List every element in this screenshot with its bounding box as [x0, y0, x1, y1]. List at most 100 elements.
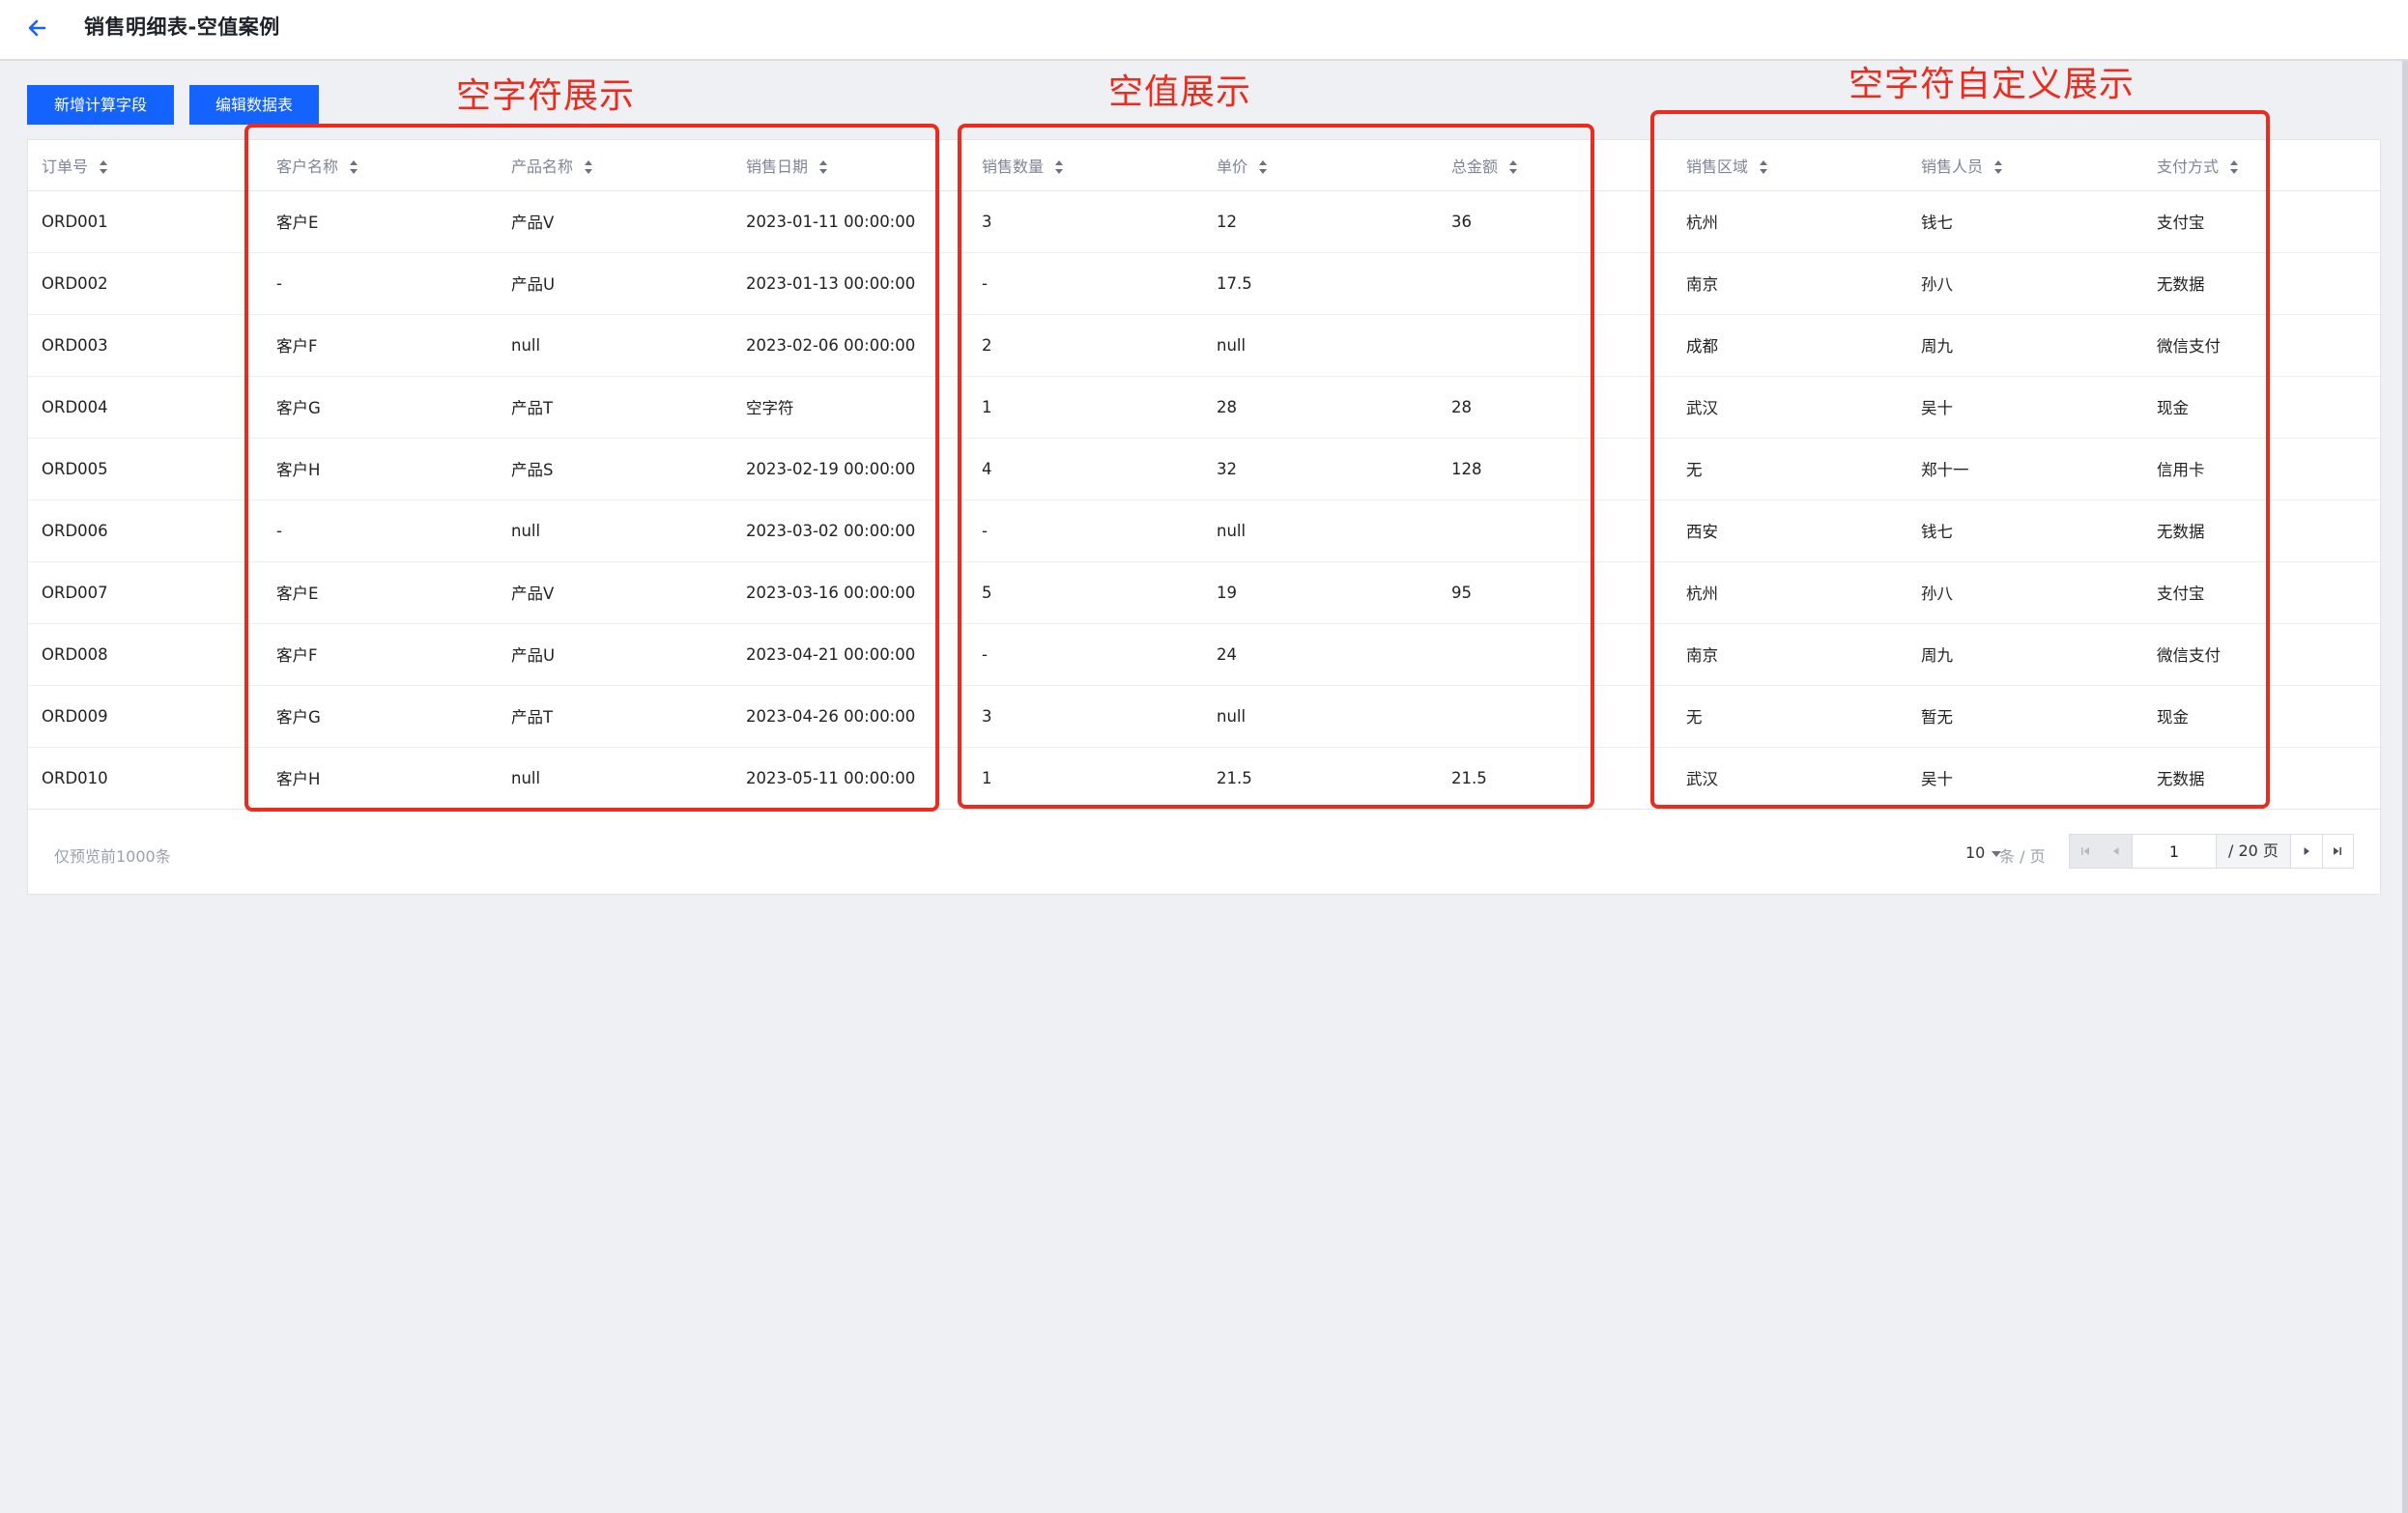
table-cell: 客户F	[263, 623, 498, 686]
table-row[interactable]: ORD007 客户E 产品V 2023-03-16 00:00:00 5 19 95 杭州 孙八…	[28, 561, 2380, 624]
table-cell: 2023-01-11 00:00:00	[732, 190, 968, 253]
next-page-button[interactable]	[2291, 835, 2322, 868]
table-cell: 2023-02-06 00:00:00	[732, 314, 968, 377]
column-header[interactable]: 单价	[1203, 140, 1438, 191]
page-size-select[interactable]: 10	[1965, 843, 2002, 862]
table-row[interactable]: ORD002- 产品U 2023-01-13 00:00:00-17.5 南京 孙八 无数…	[28, 252, 2380, 315]
first-page-button[interactable]	[2070, 835, 2101, 868]
table-cell: 客户E	[263, 190, 498, 253]
table-cell: -	[263, 500, 498, 562]
table-header-row: 订单号 客户名称 产品名称 销售日期 销售数量 单价 总金额 销售区域 销售人员…	[28, 140, 2380, 191]
table-cell: 钱七	[1907, 500, 2143, 562]
table-cell: 客户H	[263, 747, 498, 810]
table-row[interactable]: ORD010 客户H null 2023-05-11 00:00:00 1 21.5 21.…	[28, 747, 2380, 810]
table-cell: 无	[1673, 685, 1907, 748]
table-cell: 无	[1673, 438, 1907, 500]
table-cell: 28	[1438, 376, 1673, 439]
table-cell: 周九	[1907, 314, 2143, 377]
per-page-label: 条 / 页	[1999, 847, 2046, 866]
table-cell: 12	[1203, 190, 1438, 253]
table-row[interactable]: ORD009 客户G 产品T 2023-04-26 00:00:00 3 null 无暂无现…	[28, 685, 2380, 748]
table-cell: -	[968, 500, 1203, 562]
column-header[interactable]: 销售日期	[732, 140, 968, 191]
edit-data-table-button[interactable]: 编辑数据表	[189, 85, 319, 125]
table-cell: ORD005	[28, 438, 263, 500]
table-cell	[1438, 623, 1673, 686]
caret-left-icon	[2113, 847, 2119, 855]
add-calculated-field-button[interactable]: 新增计算字段	[27, 85, 174, 125]
table-cell: 2023-02-19 00:00:00	[732, 438, 968, 500]
column-header[interactable]: 销售人员	[1907, 140, 2143, 191]
table-cell	[1438, 500, 1673, 562]
table-cell: 5	[968, 561, 1203, 624]
sort-icon[interactable]	[819, 160, 828, 175]
sort-icon[interactable]	[1994, 160, 2003, 175]
table-cell: 产品U	[498, 623, 732, 686]
sort-icon[interactable]	[1509, 160, 1518, 175]
table-cell: ORD001	[28, 190, 263, 253]
table-cell: 信用卡	[2143, 438, 2380, 500]
table-cell: 2	[968, 314, 1203, 377]
table-row[interactable]: ORD003 客户F null 2023-02-06 00:00:00 2 null 成都周…	[28, 314, 2380, 377]
table-row[interactable]: ORD004 客户G 产品T 空字符 1 28 28 武汉 吴十 现金	[28, 376, 2380, 439]
table-cell: 客户E	[263, 561, 498, 624]
table-cell: 2023-05-11 00:00:00	[732, 747, 968, 810]
table-cell: 现金	[2143, 376, 2380, 439]
column-header[interactable]: 产品名称	[498, 140, 732, 191]
sort-icon[interactable]	[100, 160, 108, 175]
window-edge	[2402, 61, 2408, 1513]
sort-icon[interactable]	[1760, 160, 1768, 175]
table-row[interactable]: ORD006- null 2023-03-02 00:00:00- null 西安 钱七无…	[28, 500, 2380, 562]
table-cell: 南京	[1673, 252, 1907, 315]
table-cell: null	[498, 500, 732, 562]
table-cell	[1438, 314, 1673, 377]
table-cell: 无数据	[2143, 252, 2380, 315]
table-cell: 2023-03-02 00:00:00	[732, 500, 968, 562]
table-cell	[1438, 252, 1673, 315]
total-pages: / 20 页	[2217, 835, 2291, 868]
caret-right-icon	[2304, 847, 2309, 855]
table-row[interactable]: ORD001 客户E 产品V 2023-01-11 00:00:00 3 12 36 杭州 钱七…	[28, 190, 2380, 253]
table-cell: 2023-03-16 00:00:00	[732, 561, 968, 624]
page-number-input[interactable]	[2132, 835, 2217, 868]
table-cell: 产品S	[498, 438, 732, 500]
table-cell: -	[263, 252, 498, 315]
data-table: 订单号 客户名称 产品名称 销售日期 销售数量 单价 总金额 销售区域 销售人员…	[28, 140, 2380, 810]
table-row[interactable]: ORD008 客户F 产品U 2023-04-21 00:00:00-24 南京 周九 微信…	[28, 623, 2380, 686]
table-cell: ORD003	[28, 314, 263, 377]
sort-icon[interactable]	[2230, 160, 2239, 175]
column-header[interactable]: 支付方式	[2143, 140, 2380, 191]
table-cell: 空字符	[732, 376, 968, 439]
column-header[interactable]: 订单号	[28, 140, 263, 191]
table-cell: 21.5	[1203, 747, 1438, 810]
sort-icon[interactable]	[1055, 160, 1064, 175]
table-cell: 客户F	[263, 314, 498, 377]
table-cell: -	[968, 623, 1203, 686]
table-cell: 孙八	[1907, 561, 2143, 624]
table-cell: 支付宝	[2143, 561, 2380, 624]
table-cell: ORD008	[28, 623, 263, 686]
column-header[interactable]: 客户名称	[263, 140, 498, 191]
table-cell: ORD004	[28, 376, 263, 439]
data-table-panel: 订单号 客户名称 产品名称 销售日期 销售数量 单价 总金额 销售区域 销售人员…	[27, 139, 2381, 895]
table-cell: null	[1203, 314, 1438, 377]
table-row[interactable]: ORD005 客户H 产品S 2023-02-19 00:00:00 4 32 128 无郑十…	[28, 438, 2380, 500]
last-page-button[interactable]	[2321, 835, 2353, 868]
table-cell: -	[968, 252, 1203, 315]
table-cell: 微信支付	[2143, 314, 2380, 377]
prev-page-button[interactable]	[2101, 835, 2132, 868]
table-cell: 产品T	[498, 685, 732, 748]
table-cell: 暂无	[1907, 685, 2143, 748]
sort-icon[interactable]	[350, 160, 358, 175]
column-header[interactable]: 销售区域	[1673, 140, 1907, 191]
sort-icon[interactable]	[1259, 160, 1268, 175]
table-cell: 吴十	[1907, 747, 2143, 810]
column-header[interactable]: 总金额	[1438, 140, 1673, 191]
table-cell: 95	[1438, 561, 1673, 624]
sort-icon[interactable]	[585, 160, 593, 175]
column-header[interactable]: 销售数量	[968, 140, 1203, 191]
annotation-label-null-value: 空值展示	[1108, 72, 1252, 112]
table-cell: ORD002	[28, 252, 263, 315]
preview-note: 仅预览前1000条	[54, 847, 171, 866]
arrow-left-icon[interactable]	[23, 14, 52, 43]
